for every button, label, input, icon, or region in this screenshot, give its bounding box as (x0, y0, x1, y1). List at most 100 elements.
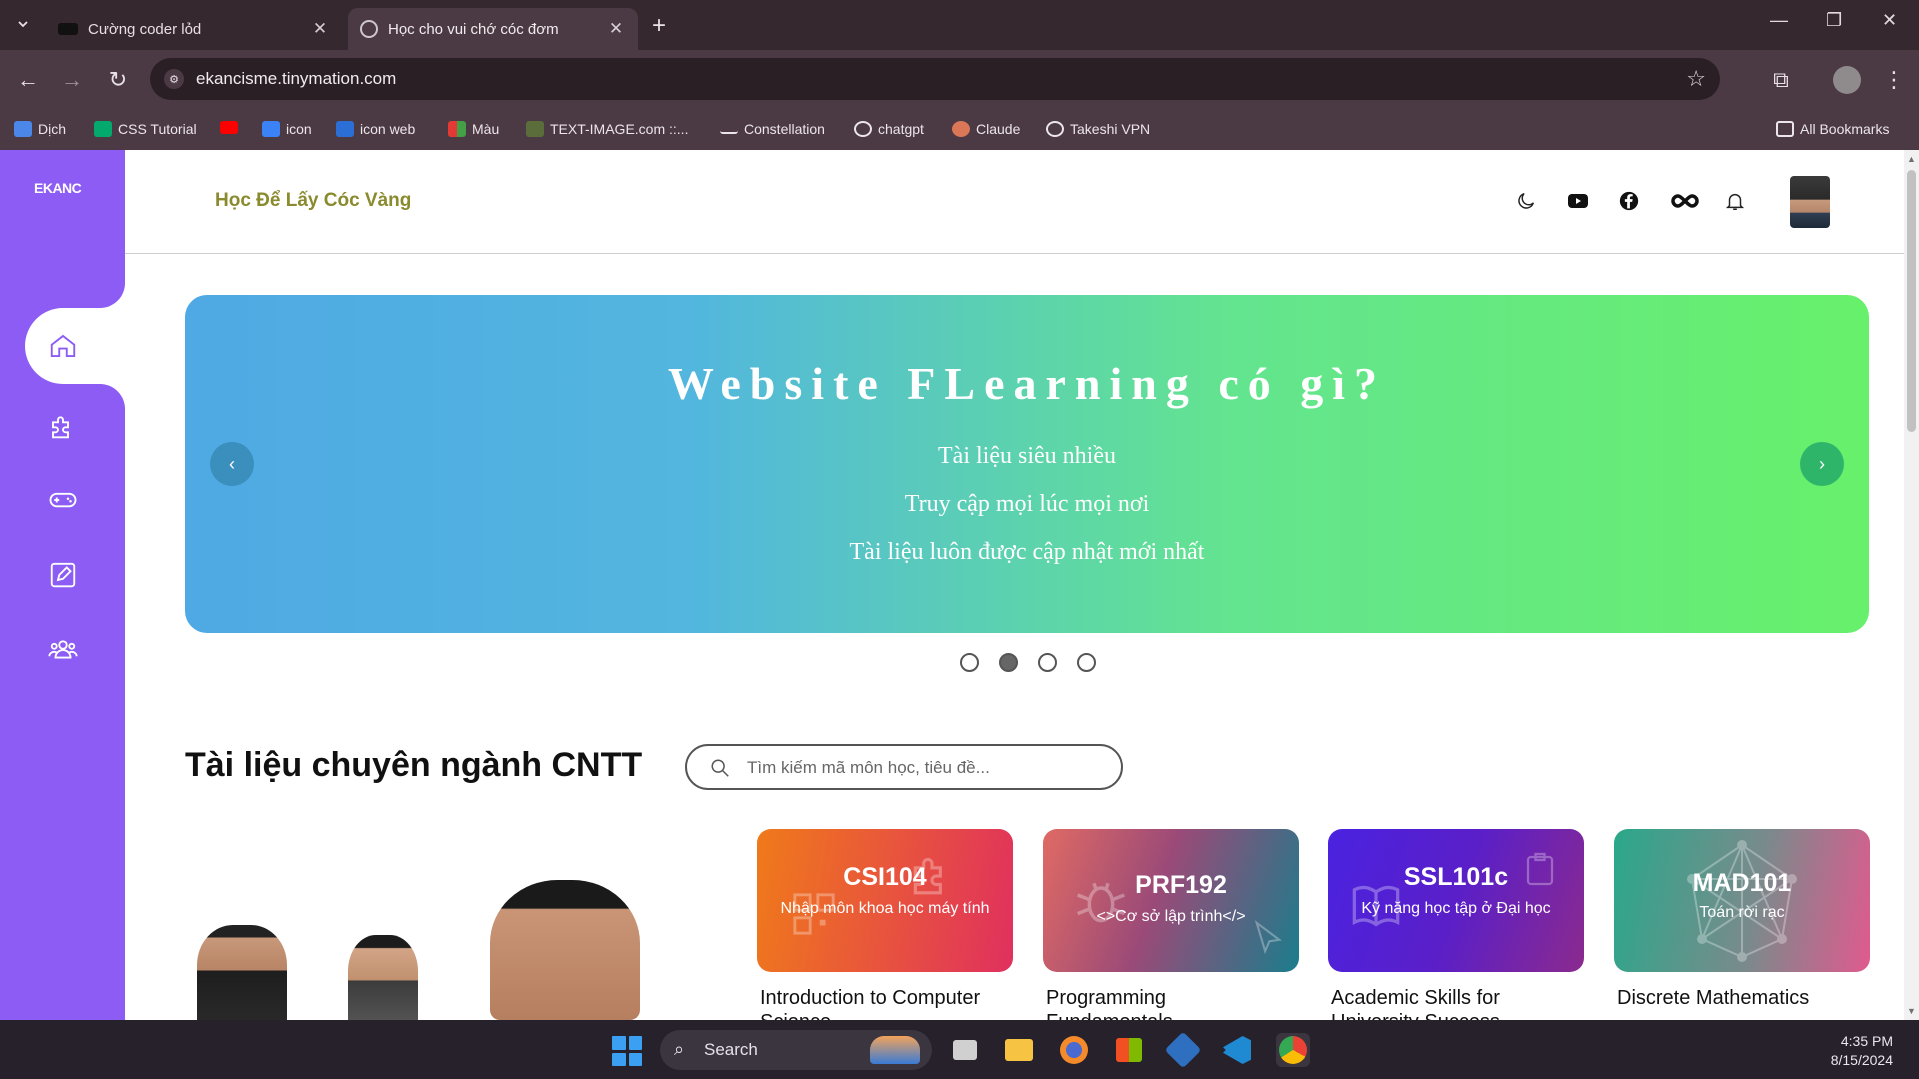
carousel-prev-button[interactable]: ‹ (210, 442, 254, 486)
bookmark-item[interactable]: Constellation (720, 121, 825, 137)
carousel-dot[interactable] (1038, 653, 1057, 672)
user-avatar[interactable] (1790, 176, 1830, 228)
scroll-up-icon[interactable]: ▲ (1907, 154, 1916, 164)
sidebar-item-home[interactable] (0, 316, 125, 376)
course-card[interactable]: PRF192 <>Cơ sở lập trình</> Programming … (1043, 829, 1299, 1020)
infinity-icon[interactable] (1668, 188, 1702, 214)
scrollbar-thumb[interactable] (1907, 170, 1916, 432)
scroll-down-icon[interactable]: ▼ (1907, 1006, 1916, 1016)
tab-active[interactable]: Học cho vui chớ cóc đơm ✕ (348, 8, 638, 50)
close-window-icon[interactable]: ✕ (1882, 10, 1897, 31)
address-bar[interactable]: ⚙ ekancisme.tinymation.com ☆ (150, 58, 1720, 100)
bookmark-item[interactable]: Takeshi VPN (1046, 121, 1150, 137)
tab-title: Cường coder lỏd (88, 20, 202, 38)
profile-avatar-icon[interactable] (1833, 66, 1861, 94)
translate-icon (14, 121, 32, 137)
text-image-icon (526, 121, 544, 137)
site-logo[interactable]: EKANC (34, 180, 82, 196)
firefox-icon[interactable] (1057, 1033, 1091, 1067)
bookmark-item[interactable]: Màu (448, 121, 499, 137)
more-menu-icon[interactable]: ⋮ (1880, 66, 1908, 94)
browser-titlebar: Cường coder lỏd ✕ Học cho vui chớ cóc đơ… (0, 0, 1919, 50)
carousel-next-button[interactable]: › (1800, 442, 1844, 486)
task-view-icon[interactable] (948, 1033, 982, 1067)
bookmark-item[interactable]: Dịch (14, 121, 66, 137)
carousel-dot[interactable] (960, 653, 979, 672)
sidebar-item-community[interactable] (0, 620, 125, 680)
extensions-icon[interactable]: ⧉ (1767, 66, 1795, 94)
youtube-icon[interactable] (1565, 188, 1591, 214)
restore-icon[interactable]: ❐ (1826, 10, 1842, 31)
page-header: Học Để Lấy Cóc Vàng (125, 150, 1904, 254)
sidebar-item-edit[interactable] (0, 545, 125, 605)
taskbar-search[interactable]: ⌕ Search (660, 1030, 932, 1070)
w3-icon (94, 121, 112, 137)
tab-search-button[interactable] (6, 8, 40, 40)
puzzle-icon (51, 416, 69, 439)
sidebar-item-puzzle[interactable] (0, 396, 125, 456)
system-clock[interactable]: 4:35 PM 8/15/2024 (1831, 1032, 1893, 1070)
banner-title: Website FLearning có gì? (667, 358, 1387, 409)
chrome-icon[interactable] (1276, 1033, 1310, 1067)
reload-icon[interactable]: ↻ (104, 66, 132, 94)
close-icon[interactable]: ✕ (310, 19, 330, 39)
vscode-icon[interactable] (1220, 1033, 1254, 1067)
back-icon[interactable]: ← (14, 66, 42, 94)
close-icon[interactable]: ✕ (606, 19, 626, 39)
course-search[interactable] (685, 744, 1123, 790)
page-scrollbar[interactable]: ▲ ▼ (1904, 150, 1919, 1020)
chevron-left-icon: ‹ (229, 453, 235, 474)
bookmark-item[interactable]: CSS Tutorial (94, 121, 197, 137)
bookmark-star-icon[interactable]: ☆ (1686, 66, 1706, 92)
brand-title[interactable]: Học Để Lấy Cóc Vàng (215, 190, 411, 212)
course-card[interactable]: SSL101c Kỹ năng học tập ở Đại học Academ… (1328, 829, 1584, 1020)
search-input[interactable] (747, 755, 1107, 781)
sidebar-item-game[interactable] (0, 470, 125, 530)
url-text[interactable]: ekancisme.tinymation.com (196, 69, 396, 89)
microsoft-store-icon[interactable] (1112, 1033, 1146, 1067)
bookmark-item[interactable]: icon (262, 121, 312, 137)
minimize-icon[interactable]: — (1770, 10, 1788, 31)
tab-inactive[interactable]: Cường coder lỏd ✕ (46, 8, 342, 50)
course-thumbnail[interactable]: CSI104 Nhập môn khoa học máy tính (757, 829, 1013, 972)
banner-line: Tài liệu siêu nhiều (938, 443, 1116, 469)
search-highlight-icon (870, 1036, 920, 1064)
bookmark-item[interactable]: Claude (952, 121, 1020, 137)
course-name[interactable]: Introduction to Computer Science (760, 986, 1010, 1020)
web-page: EKANC Học Để Lấy Cóc Vàng Website FLearn… (0, 150, 1904, 1020)
carousel-dot[interactable] (999, 653, 1018, 672)
ekanc-favicon-icon (58, 23, 78, 35)
tab-title: Học cho vui chớ cóc đơm (388, 20, 559, 38)
virtualbox-icon[interactable] (1164, 1031, 1202, 1069)
taskbar-search-label: Search (704, 1040, 758, 1059)
course-thumbnail[interactable]: MAD101 Toán rời rạc (1614, 829, 1870, 972)
file-explorer-icon[interactable] (1002, 1033, 1036, 1067)
course-card[interactable]: MAD101 Toán rời rạc Discrete Mathematics (1614, 829, 1870, 1020)
course-name[interactable]: Discrete Mathematics (1617, 986, 1867, 1010)
banner-line: Truy cập mọi lúc mọi nơi (904, 491, 1150, 517)
bookmark-item[interactable]: icon web (336, 121, 415, 137)
forward-icon[interactable]: → (58, 66, 86, 94)
bookmark-item[interactable] (220, 121, 244, 134)
chevron-right-icon: › (1819, 453, 1825, 474)
bell-icon[interactable] (1722, 188, 1748, 214)
course-subtitle: <>Cơ sở lập trình</> (1096, 908, 1246, 925)
hero-carousel: Website FLearning có gì? Tài liệu siêu n… (185, 295, 1869, 633)
bookmark-item[interactable]: chatgpt (854, 121, 924, 137)
clock-date: 8/15/2024 (1830, 1052, 1893, 1068)
course-name[interactable]: Programming Fundamentals (1046, 986, 1296, 1020)
all-bookmarks-button[interactable]: All Bookmarks (1776, 121, 1889, 137)
course-card[interactable]: CSI104 Nhập môn khoa học máy tính Introd… (757, 829, 1013, 1020)
site-info-icon[interactable]: ⚙ (164, 69, 184, 89)
facebook-icon[interactable] (1616, 188, 1642, 214)
course-name[interactable]: Academic Skills for University Success (1331, 986, 1581, 1020)
course-code: MAD101 (1692, 869, 1792, 897)
carousel-dot[interactable] (1077, 653, 1096, 672)
new-tab-button[interactable]: + (652, 12, 666, 40)
course-thumbnail[interactable]: PRF192 <>Cơ sở lập trình</> (1043, 829, 1299, 972)
moon-icon[interactable] (1513, 188, 1539, 214)
bookmark-item[interactable]: TEXT-IMAGE.com ::... (526, 121, 688, 137)
browser-toolbar: ← → ↻ ⚙ ekancisme.tinymation.com ☆ ⧉ ⋮ (0, 50, 1919, 110)
windows-start-icon[interactable] (612, 1036, 642, 1066)
course-thumbnail[interactable]: SSL101c Kỹ năng học tập ở Đại học (1328, 829, 1584, 972)
